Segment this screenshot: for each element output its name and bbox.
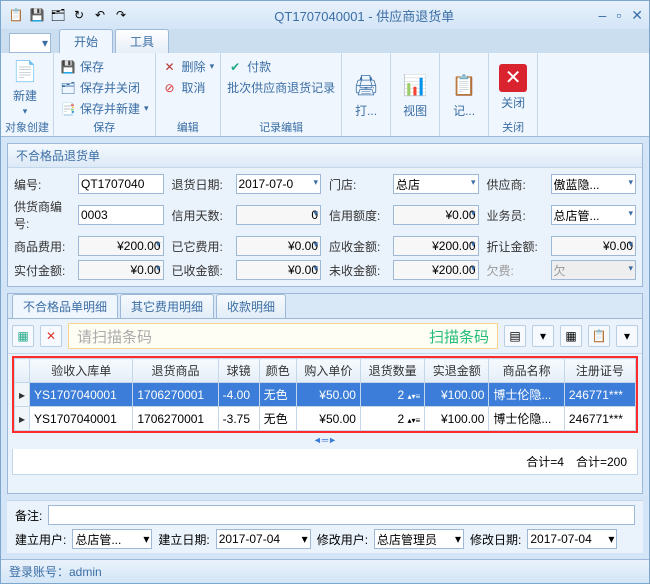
status-bar: 登录账号：admin (1, 559, 649, 583)
tool-2[interactable]: ▾ (532, 325, 554, 347)
grid-scroll-handle[interactable]: ◄═► (8, 435, 642, 449)
view-button[interactable]: 📊视图 (395, 55, 435, 135)
detail-panel: 不合格品单明细 其它费用明细 收款明细 ▦ ✕ 请扫描条码扫描条码 ▤ ▾ ▦ … (7, 293, 643, 494)
form-panel: 不合格品退货单 编号: 退货日期:▾ 门店:▾ 供应商:▾ 供货商编号: 信用天… (7, 143, 643, 287)
supplier-no-input[interactable] (78, 205, 164, 225)
modify-user[interactable] (374, 529, 464, 549)
goods-fee-input[interactable] (78, 236, 164, 256)
unrecv-input[interactable] (393, 260, 479, 280)
modify-date[interactable] (527, 529, 617, 549)
save-button[interactable]: 💾保存 (58, 57, 151, 76)
del-row-button[interactable]: ✕ (40, 325, 62, 347)
remark-input[interactable] (48, 505, 635, 525)
owe-check[interactable] (551, 260, 637, 280)
tab-start[interactable]: 开始 (59, 29, 113, 53)
supplier-select[interactable] (551, 174, 637, 194)
new-button[interactable]: 📄新建▾ (5, 55, 45, 119)
tool-4[interactable]: 📋 (588, 325, 610, 347)
tab-receipt[interactable]: 收款明细 (216, 294, 286, 318)
recvd-amt-input[interactable] (236, 260, 322, 280)
tool-5[interactable]: ▾ (616, 325, 638, 347)
pay-button[interactable]: ✔付款 (225, 57, 337, 76)
close-button[interactable]: ✕关闭 (493, 55, 533, 119)
create-user[interactable] (72, 529, 152, 549)
col-header[interactable]: 验收入库单 (30, 359, 133, 383)
tab-detail[interactable]: 不合格品单明细 (12, 294, 118, 318)
col-header[interactable]: 商品名称 (489, 359, 564, 383)
minimize-icon[interactable]: – (599, 7, 607, 24)
store-select[interactable] (393, 174, 479, 194)
cancel-button[interactable]: ⊘取消 (160, 78, 217, 97)
print-button[interactable]: 🖨打... (346, 55, 386, 135)
batch-button[interactable]: 批次供应商退货记录 (225, 78, 337, 97)
col-header[interactable]: 购入单价 (296, 359, 360, 383)
pay-amt-input[interactable] (78, 260, 164, 280)
col-header[interactable]: 实退金额 (425, 359, 489, 383)
other-fee-input[interactable] (236, 236, 322, 256)
tab-other-fee[interactable]: 其它费用明细 (120, 294, 214, 318)
redo-icon[interactable]: ↷ (112, 6, 130, 24)
col-header[interactable]: 退货商品 (133, 359, 218, 383)
clerk-select[interactable] (551, 205, 637, 225)
grid-summary: 合计=4合计=200 (12, 449, 638, 475)
save-close-button[interactable]: 🗂保存并关闭 (58, 78, 151, 97)
save-icon[interactable]: 💾 (28, 6, 46, 24)
footer-panel: 备注: 建立用户:▾ 建立日期:▾ 修改用户:▾ 修改日期:▾ (7, 500, 643, 553)
recv-amt-input[interactable] (393, 236, 479, 256)
credit-amt-input[interactable] (393, 205, 479, 225)
undo-icon[interactable]: ↶ (91, 6, 109, 24)
col-header[interactable]: 球镜 (218, 359, 259, 383)
return-date-input[interactable] (236, 174, 322, 194)
maximize-icon[interactable]: ▫ (616, 7, 621, 24)
tab-tools[interactable]: 工具 (115, 29, 169, 53)
add-row-button[interactable]: ▦ (12, 325, 34, 347)
table-row[interactable]: ▸YS17070400011706270001-4.00无色¥50.002 ▴▾… (15, 383, 636, 407)
col-header[interactable]: 退货数量 (360, 359, 424, 383)
app-window: 📋 💾 🗂 ↻ ↶ ↷ QT1707040001 - 供应商退货单 – ▫ ✕ … (0, 0, 650, 584)
create-date[interactable] (216, 529, 311, 549)
detail-grid[interactable]: 验收入库单退货商品球镜颜色购入单价退货数量实退金额商品名称注册证号 ▸YS170… (14, 358, 636, 431)
tool-1[interactable]: ▤ (504, 325, 526, 347)
title-bar: 📋 💾 🗂 ↻ ↶ ↷ QT1707040001 - 供应商退货单 – ▫ ✕ (1, 1, 649, 29)
panel-title: 不合格品退货单 (8, 144, 642, 168)
doc-no-input[interactable] (78, 174, 164, 194)
delete-button[interactable]: ✕删除▾ (160, 57, 217, 76)
close-icon[interactable]: ✕ (631, 7, 643, 24)
qat-icon[interactable]: 📋 (7, 6, 25, 24)
col-header[interactable]: 注册证号 (564, 359, 635, 383)
barcode-input[interactable]: 请扫描条码扫描条码 (68, 323, 498, 349)
save2-icon[interactable]: 🗂 (49, 6, 67, 24)
view-dropdown[interactable]: ▾ (9, 33, 51, 53)
log-button[interactable]: 📋记... (444, 55, 484, 135)
window-title: QT1707040001 - 供应商退货单 (130, 6, 599, 25)
credit-days-input[interactable] (236, 205, 322, 225)
menu-bar: ▾ 开始 工具 (1, 29, 649, 53)
disc-amt-input[interactable] (551, 236, 637, 256)
table-row[interactable]: ▸YS17070400011706270001-3.75无色¥50.002 ▴▾… (15, 407, 636, 431)
refresh-icon[interactable]: ↻ (70, 6, 88, 24)
save-new-button[interactable]: 📑保存并新建▾ (58, 99, 151, 118)
ribbon: 📄新建▾ 对象创建 💾保存 🗂保存并关闭 📑保存并新建▾ 保存 ✕删除▾ ⊘取消… (1, 53, 649, 137)
col-header[interactable]: 颜色 (259, 359, 296, 383)
tool-3[interactable]: ▦ (560, 325, 582, 347)
